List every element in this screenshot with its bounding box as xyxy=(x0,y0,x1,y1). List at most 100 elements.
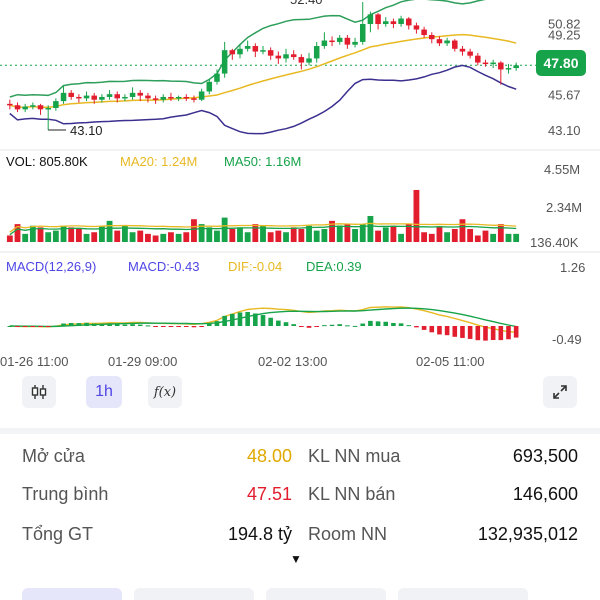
macd-histogram-bar xyxy=(391,323,396,326)
candle-body xyxy=(129,92,136,97)
volume-bar xyxy=(267,232,274,242)
stats-row-3: Tổng GT 194.8 tỷ Room NN 132,935,012 xyxy=(0,516,600,550)
candlestick-toggle-button[interactable] xyxy=(22,376,56,408)
volume-bar xyxy=(367,215,374,242)
candle-body xyxy=(352,41,358,45)
macd-histogram-bar xyxy=(191,326,197,328)
volume-bar xyxy=(221,217,228,242)
candle-body xyxy=(252,46,259,52)
macd-histogram-bar xyxy=(245,311,250,326)
avg-label: Trung bình xyxy=(22,484,109,504)
macd-histogram-bar xyxy=(45,326,51,327)
expand-stats-icon[interactable]: ▼ xyxy=(290,552,302,566)
candle-body xyxy=(83,95,90,99)
volume-bar xyxy=(497,224,504,242)
candle-body xyxy=(283,54,289,59)
macd-histogram-bar xyxy=(322,325,327,327)
macd-histogram-bar xyxy=(368,320,373,326)
candle-body xyxy=(206,81,213,92)
price-chart[interactable]: 43.1052.4050.8249.2545.6743.10VOL: 805.8… xyxy=(0,0,600,372)
price-axis-label: 49.25 xyxy=(548,27,581,42)
macd-histogram-bar xyxy=(153,326,158,327)
candle-body xyxy=(37,105,44,110)
chart-toolbar: 1h f(x) xyxy=(0,376,600,410)
volume-axis-label: 2.34M xyxy=(546,200,582,215)
macd-histogram-bar xyxy=(444,326,450,336)
volume-bar xyxy=(467,228,474,242)
section-divider xyxy=(0,428,600,434)
candle-body xyxy=(505,68,512,70)
volume-bar xyxy=(283,232,289,242)
macd-histogram-bar xyxy=(276,320,281,326)
volume-bar xyxy=(390,225,397,242)
volume-bar xyxy=(321,228,328,242)
expand-button[interactable] xyxy=(543,376,577,408)
candle-body xyxy=(106,94,113,97)
candle-body xyxy=(490,62,496,65)
volume-bar xyxy=(505,233,512,242)
stats-row-2: Trung bình 47.51 KL NN bán 146,600 xyxy=(0,476,600,510)
macd-histogram-bar xyxy=(199,326,204,327)
macd-histogram-bar xyxy=(268,317,273,326)
foreign-buy-value: 693,500 xyxy=(512,446,578,466)
volume-bar xyxy=(382,227,389,242)
macd-histogram-bar xyxy=(437,326,442,335)
ma20-label: MA20: 1.24M xyxy=(120,154,197,169)
candle-body xyxy=(367,14,374,25)
ma50-label: MA50: 1.16M xyxy=(224,154,301,169)
bottom-tabs xyxy=(0,588,600,600)
volume-bar xyxy=(129,232,136,242)
candle-body xyxy=(444,40,450,44)
volume-bar xyxy=(451,228,458,242)
volume-bar xyxy=(237,227,243,242)
avg-value: 47.51 xyxy=(246,484,292,504)
candle-body xyxy=(290,54,297,58)
price-axis-label: 43.10 xyxy=(548,123,581,138)
indicator-button[interactable]: f(x) xyxy=(148,376,182,408)
vol-label: VOL: 805.80K xyxy=(6,154,88,169)
candle-body xyxy=(275,55,282,59)
candle-body xyxy=(382,21,389,25)
macd-histogram-bar xyxy=(145,325,151,327)
candle-body xyxy=(298,57,305,63)
macd-histogram-bar xyxy=(61,323,66,326)
time-axis-label: 01-26 11:00 xyxy=(0,354,68,369)
candle-body xyxy=(498,62,504,70)
macd-histogram-bar xyxy=(91,323,97,326)
chart-canvas[interactable]: 43.1052.4050.8249.2545.6743.10VOL: 805.8… xyxy=(0,0,600,372)
room-label: Room NN xyxy=(308,524,388,544)
volume-bar xyxy=(75,228,82,242)
macd-title: MACD(12,26,9) xyxy=(6,259,96,274)
macd-histogram-bar xyxy=(114,324,120,326)
total-value-label: Tổng GT xyxy=(22,524,94,544)
candle-body xyxy=(60,92,67,102)
volume-bar xyxy=(168,232,174,242)
candle-body xyxy=(513,65,519,69)
candles xyxy=(7,2,519,130)
macd-histogram-bar xyxy=(206,323,212,326)
candle-body xyxy=(175,96,182,99)
foreign-buy-label: KL NN mua xyxy=(308,446,401,466)
candle-body xyxy=(390,21,397,25)
macd-histogram-bar xyxy=(122,324,128,326)
bottom-tab-4[interactable] xyxy=(398,588,528,600)
interval-button[interactable]: 1h xyxy=(86,376,122,408)
volume-bar xyxy=(474,235,481,242)
candle-body xyxy=(421,29,427,36)
macd-axis-label: -0.49 xyxy=(552,332,582,347)
macd-histogram-bar xyxy=(460,326,465,338)
stats-row-1: Mở cửa 48.00 KL NN mua 693,500 xyxy=(0,438,600,472)
macd-histogram-bar xyxy=(383,321,389,326)
macd-histogram-bar xyxy=(222,315,227,326)
bottom-tab-3[interactable] xyxy=(266,588,386,600)
high-marker-label: 52.40 xyxy=(290,0,323,7)
bottom-tab-1[interactable] xyxy=(22,588,122,600)
macd-histogram-bar xyxy=(498,326,504,341)
volume-bar xyxy=(313,230,320,242)
volume-bar xyxy=(398,233,405,242)
bottom-tab-2[interactable] xyxy=(134,588,254,600)
volume-bar xyxy=(22,233,29,242)
candle-body xyxy=(183,96,190,99)
macd-histogram-bar xyxy=(253,313,258,326)
volume-bar xyxy=(114,230,121,242)
